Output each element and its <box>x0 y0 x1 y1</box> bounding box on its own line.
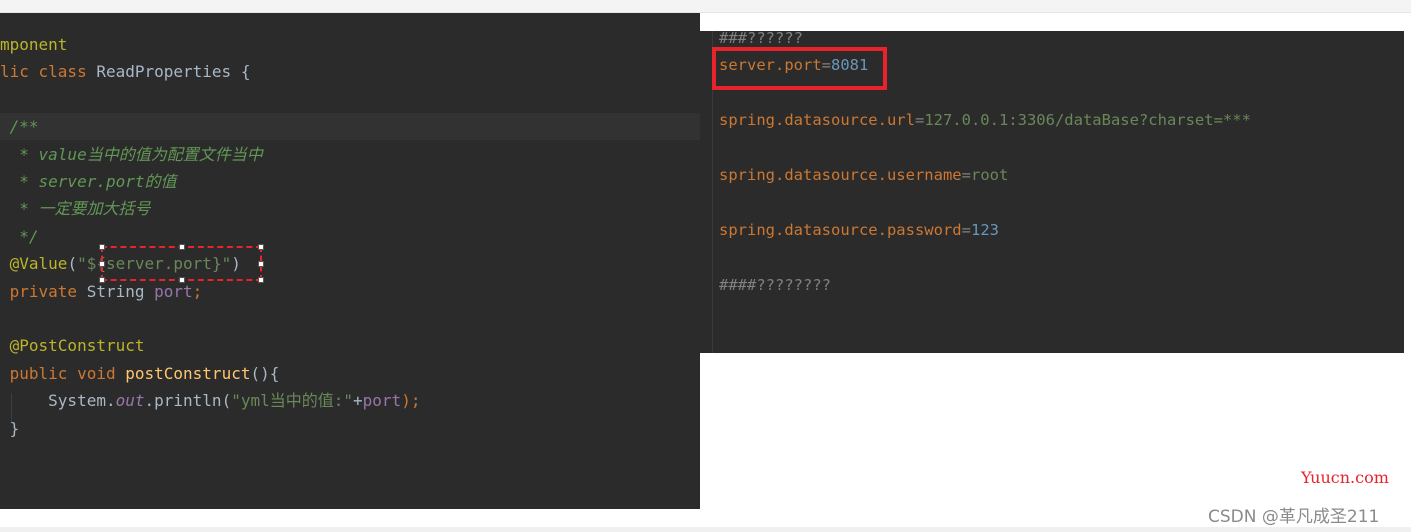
resize-handle-middle-left[interactable] <box>99 261 105 267</box>
code-token: ; <box>192 281 203 301</box>
property-token: = <box>961 166 971 184</box>
code-token: mponent <box>0 35 68 54</box>
code-token: ReadProperties { <box>96 62 251 82</box>
code-token: @Value <box>0 254 68 274</box>
property-token: ###?????? <box>719 31 803 47</box>
property-token: root <box>970 166 1009 184</box>
code-token: * value当中的值为配置文件当中 <box>0 144 263 164</box>
code-line: mponent <box>0 31 67 58</box>
code-token: } <box>0 418 20 438</box>
code-line: @PostConstruct <box>0 332 145 359</box>
property-line: spring.datasource.username=root <box>719 163 1008 187</box>
code-token: ); <box>401 391 421 411</box>
property-token: ####???????? <box>719 276 831 294</box>
code-token: * 一定要加大括号 <box>0 199 151 219</box>
code-token: public void <box>0 363 126 383</box>
property-token: 123 <box>970 221 999 239</box>
property-token: spring.datasource.username <box>719 166 962 184</box>
code-token: /** <box>0 117 39 137</box>
selection-box-server-port <box>99 244 264 283</box>
code-line: * 一定要加大括号 <box>0 195 151 222</box>
resize-handle-bottom-left[interactable] <box>99 277 105 283</box>
page-bottom-bar <box>0 527 1411 532</box>
property-line: spring.datasource.password=123 <box>719 218 999 242</box>
resize-handle-top-left[interactable] <box>99 244 105 250</box>
code-line: } <box>0 415 20 442</box>
code-token: out <box>115 391 145 411</box>
resize-handle-top-right[interactable] <box>258 244 264 250</box>
property-token: spring.datasource.url <box>719 111 915 129</box>
code-line: * value当中的值为配置文件当中 <box>0 141 263 168</box>
current-line-highlight <box>0 113 700 140</box>
code-line: /** <box>0 113 39 140</box>
code-token: postConstruct <box>125 363 251 383</box>
code-token: @PostConstruct <box>0 336 145 356</box>
code-line: lic class ReadProperties { <box>0 58 250 85</box>
watermark-author: CSDN @革凡成圣211 <box>1208 507 1380 527</box>
watermark-site: Yuucn.com <box>1301 468 1389 487</box>
property-token: = <box>914 111 925 129</box>
code-token: "yml当中的值:" <box>231 391 354 411</box>
property-line: spring.datasource.url=127.0.0.1:3306/dat… <box>719 108 1251 132</box>
code-token: .println( <box>144 391 232 411</box>
java-code-editor[interactable]: mponent lic class ReadProperties { /** * … <box>0 13 700 509</box>
property-token: spring.datasource.password <box>719 221 962 239</box>
property-token: 127.0.0.1:3306/dataBase?charset=*** <box>924 111 1251 129</box>
properties-file-editor[interactable]: ###?????? server.port=8081 spring.datasour… <box>700 31 1404 353</box>
code-line: * server.port的值 <box>0 168 177 195</box>
code-token: ( <box>67 254 78 274</box>
resize-handle-middle-right[interactable] <box>258 261 264 267</box>
code-token: * server.port的值 <box>0 172 177 191</box>
property-token: = <box>961 221 971 239</box>
page-top-bar <box>0 0 1411 13</box>
code-token: port <box>154 281 193 301</box>
code-line: public void postConstruct(){ <box>0 360 280 387</box>
code-token: private <box>0 281 87 301</box>
property-line: ####???????? <box>719 273 831 297</box>
code-token: System. <box>0 391 116 411</box>
resize-handle-bottom-center[interactable] <box>179 277 185 283</box>
code-token: + <box>353 391 363 411</box>
highlight-box-server-port <box>712 47 887 90</box>
code-line: System.out.println("yml当中的值:"+port); <box>0 387 420 414</box>
code-line: */ <box>0 223 39 250</box>
code-token: String <box>86 281 155 301</box>
code-token: */ <box>0 226 39 246</box>
code-token: (){ <box>250 363 280 383</box>
resize-handle-bottom-right[interactable] <box>258 277 264 283</box>
resize-handle-top-center[interactable] <box>179 244 185 250</box>
code-token: lic class <box>0 62 97 82</box>
code-token: port <box>362 391 402 411</box>
